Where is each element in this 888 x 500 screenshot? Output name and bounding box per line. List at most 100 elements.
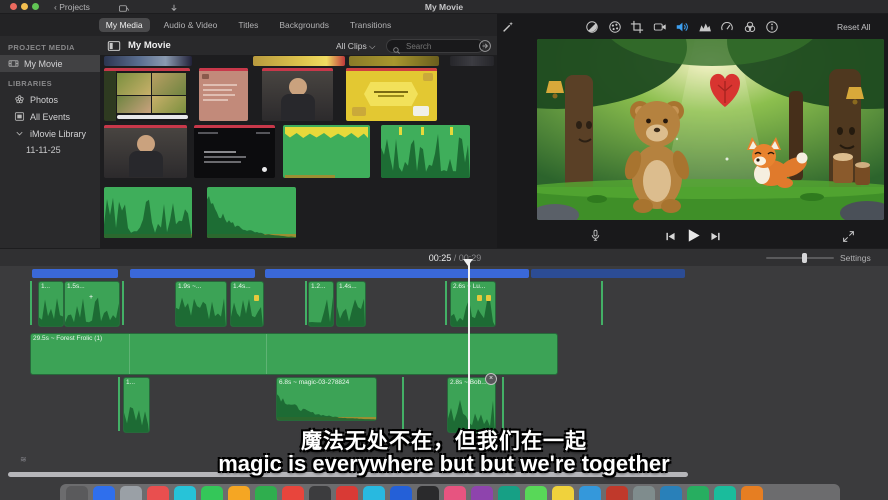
microphone-icon[interactable] (589, 229, 602, 242)
timeline-audio-clip[interactable]: 1.4s... (230, 281, 264, 327)
dock-app-icon[interactable] (633, 486, 655, 500)
timeline-title-bar[interactable] (130, 269, 255, 278)
timeline-music-clip[interactable]: 29.5s ~ Forest Frolic (1) (30, 333, 558, 375)
media-thumbnail-strip-dark[interactable] (450, 56, 494, 66)
remove-clip-button[interactable]: × (485, 373, 497, 385)
media-thumbnail-audio-decay[interactable] (207, 187, 296, 238)
dock-app-icon[interactable] (525, 486, 547, 500)
media-thumbnail-person[interactable] (262, 68, 333, 121)
timeline-title-bar[interactable] (32, 269, 118, 278)
zoom-slider-thumb[interactable] (802, 253, 807, 263)
sidebar-toggle-icon[interactable] (107, 39, 121, 53)
media-thumbnail-strip-olive[interactable] (349, 56, 439, 66)
dock-app-icon[interactable] (120, 486, 142, 500)
search-icon (392, 42, 401, 51)
sidebar-item-my-movie[interactable]: My Movie (0, 55, 100, 72)
search-field[interactable] (386, 39, 484, 53)
dock-app-icon[interactable] (363, 486, 385, 500)
dock-app-icon[interactable] (282, 486, 304, 500)
play-button[interactable] (685, 227, 702, 244)
dock-app-icon[interactable] (687, 486, 709, 500)
noise-reduction-icon[interactable] (698, 20, 712, 34)
media-thumbnail-audio-spikes[interactable] (381, 125, 470, 178)
media-thumbnail-strip-blue[interactable] (104, 56, 192, 66)
dock (60, 484, 840, 500)
clip-filter-dropdown[interactable]: All Clips ⌵ (336, 41, 376, 52)
timeline-title-bar[interactable] (531, 269, 685, 278)
enhance-wand-icon[interactable] (501, 20, 515, 34)
dock-app-icon[interactable] (660, 486, 682, 500)
tab-my-media[interactable]: My Media (99, 18, 150, 32)
dock-app-icon[interactable] (579, 486, 601, 500)
media-thumbnail-promo-yellow[interactable] (346, 68, 437, 121)
media-thumbnail-collage[interactable] (104, 68, 190, 121)
media-thumbnail-audio-wave[interactable] (104, 187, 192, 238)
fullscreen-icon[interactable] (842, 230, 855, 243)
timeline-audio-clip[interactable]: 1.9s ~... (175, 281, 227, 327)
dock-app-icon[interactable] (201, 486, 223, 500)
dock-app-icon[interactable] (147, 486, 169, 500)
timeline-settings-button[interactable]: Settings (840, 253, 871, 263)
previous-frame-button[interactable] (664, 230, 677, 243)
dock-app-icon[interactable] (471, 486, 493, 500)
sidebar-item-11-11-25[interactable]: 11-11-25 (0, 142, 100, 158)
info-icon[interactable] (765, 20, 779, 34)
viewer-pane: Reset All (497, 14, 888, 248)
timeline-zoom-slider[interactable] (766, 257, 834, 259)
color-correction-icon[interactable] (608, 20, 622, 34)
timecode: 00:25 / 00:29 (380, 253, 530, 263)
media-browser-header: My Movie All Clips ⌵ (100, 36, 497, 56)
crop-icon[interactable] (630, 20, 644, 34)
dock-app-icon[interactable] (66, 486, 88, 500)
preview-video-frame[interactable] (537, 39, 884, 220)
dock-app-icon[interactable] (255, 486, 277, 500)
search-input[interactable] (404, 41, 468, 52)
dock-app-icon[interactable] (336, 486, 358, 500)
dock-app-icon[interactable] (741, 486, 763, 500)
volume-icon[interactable] (675, 20, 689, 34)
media-thumbnail-terminal[interactable] (194, 125, 275, 178)
media-thumbnail-grid (100, 55, 497, 248)
dock-app-icon[interactable] (228, 486, 250, 500)
sidebar-item-imovie-library[interactable]: iMovie Library (0, 125, 100, 142)
media-thumbnail-doc-salmon[interactable] (199, 68, 248, 121)
timeline-audio-clip[interactable]: 1.4s... (336, 281, 366, 327)
clip-filter-icon[interactable] (743, 20, 757, 34)
dock-app-icon[interactable] (390, 486, 412, 500)
dock-app-icon[interactable] (174, 486, 196, 500)
reset-all-button[interactable]: Reset All (837, 22, 871, 32)
timeline-audio-clip[interactable]: 1.2... (308, 281, 334, 327)
media-thumbnail-audio-yellowtop[interactable] (283, 125, 370, 178)
playhead-line[interactable] (468, 262, 470, 432)
timeline-audio-clip[interactable]: 2.6s ~ Lu... (450, 281, 496, 327)
tab-titles[interactable]: Titles (231, 18, 265, 32)
sidebar-item-photos[interactable]: Photos (0, 91, 100, 108)
timeline-title-bar[interactable] (265, 269, 529, 278)
sound-effect-badge (254, 295, 259, 301)
dock-app-icon[interactable] (444, 486, 466, 500)
tab-audio-video[interactable]: Audio & Video (157, 18, 225, 32)
timeline-audio-clip[interactable]: 1.5s...+ (64, 281, 120, 327)
tab-transitions[interactable]: Transitions (343, 18, 398, 32)
sidebar-item-label: iMovie Library (30, 129, 86, 139)
sidebar-item-all-events[interactable]: All Events (0, 108, 100, 125)
dock-app-icon[interactable] (498, 486, 520, 500)
color-balance-icon[interactable] (585, 20, 599, 34)
timeline-audio-clip[interactable]: 1... (38, 281, 64, 327)
speed-icon[interactable] (720, 20, 734, 34)
dock-app-icon[interactable] (714, 486, 736, 500)
next-frame-button[interactable] (709, 230, 722, 243)
media-thumbnail-strip-yellow[interactable] (253, 56, 345, 66)
plus-icon: + (89, 294, 93, 301)
dock-app-icon[interactable] (93, 486, 115, 500)
media-thumbnail-person[interactable] (104, 125, 187, 178)
clip-size-arrow-icon[interactable] (478, 39, 492, 53)
dock-app-icon[interactable] (417, 486, 439, 500)
dock-app-icon[interactable] (606, 486, 628, 500)
tab-backgrounds[interactable]: Backgrounds (272, 18, 336, 32)
timeline-audio-clip[interactable]: 6.8s ~ magic-03-278824 (276, 377, 377, 421)
dock-app-icon[interactable] (552, 486, 574, 500)
stabilization-icon[interactable] (653, 20, 667, 34)
dock-app-icon[interactable] (309, 486, 331, 500)
sidebar-item-label: My Movie (24, 59, 63, 69)
